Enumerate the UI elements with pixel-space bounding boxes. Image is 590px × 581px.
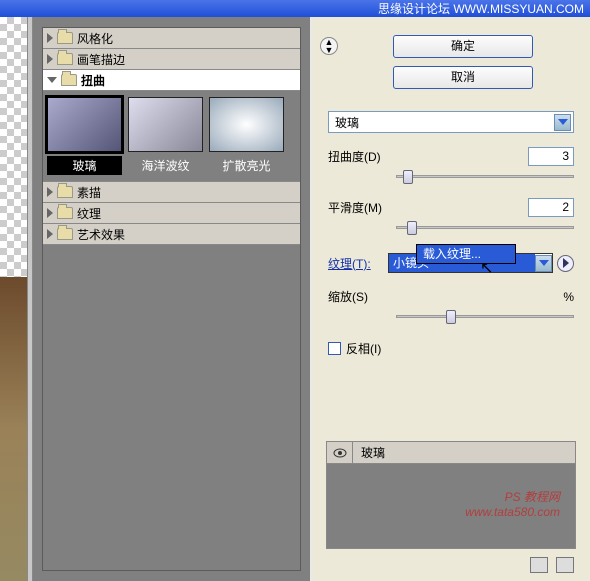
folder-icon <box>57 228 73 240</box>
visibility-toggle[interactable] <box>327 442 353 463</box>
slider-handle[interactable] <box>446 310 456 324</box>
slider-handle[interactable] <box>403 170 413 184</box>
collapse-icon <box>47 77 57 83</box>
dropdown-icon <box>554 114 571 131</box>
expand-icon <box>47 33 53 43</box>
category-item-brushstrokes[interactable]: 画笔描边 <box>43 49 300 70</box>
category-item-texture[interactable]: 纹理 <box>43 203 300 224</box>
slider-track <box>396 226 574 229</box>
filter-name-select[interactable]: 玻璃 <box>328 111 574 133</box>
scale-label: 缩放(S) <box>328 288 396 305</box>
layer-row[interactable]: 玻璃 <box>327 442 575 464</box>
category-item-distort[interactable]: 扭曲 <box>43 70 300 91</box>
smoothness-label: 平滑度(M) <box>328 199 396 216</box>
canvas-photo-preview <box>0 277 27 581</box>
title-text: 思缘设计论坛 WWW.MISSYUAN.COM <box>378 0 584 17</box>
category-label: 画笔描边 <box>77 51 125 68</box>
texture-label: 纹理(T): <box>328 255 384 272</box>
thumb-diffuse-glow[interactable]: 扩散亮光 <box>209 97 284 175</box>
folder-icon <box>57 207 73 219</box>
scale-slider[interactable] <box>396 310 574 324</box>
distortion-slider[interactable] <box>396 170 574 184</box>
dropdown-icon <box>535 255 552 272</box>
filter-thumbs-row: 玻璃 海洋波纹 扩散亮光 <box>43 91 300 182</box>
thumb-image <box>209 97 284 152</box>
slider-track <box>396 315 574 318</box>
scale-suffix: % <box>563 290 574 304</box>
effect-layers-panel: 玻璃 <box>326 441 576 549</box>
slider-handle[interactable] <box>407 221 417 235</box>
invert-label: 反相(I) <box>346 340 381 357</box>
texture-flyout-button[interactable] <box>557 255 574 272</box>
thumb-image <box>47 97 122 152</box>
filter-name-value: 玻璃 <box>335 114 359 131</box>
expand-icon <box>47 208 53 218</box>
folder-icon <box>57 32 73 44</box>
smoothness-slider[interactable] <box>396 221 574 235</box>
param-scale: 缩放(S) % <box>328 287 574 306</box>
distortion-label: 扭曲度(D) <box>328 148 396 165</box>
category-item-artistic[interactable]: 艺术效果 <box>43 224 300 245</box>
ok-button[interactable]: 确定 <box>393 35 533 58</box>
param-distortion: 扭曲度(D) 3 <box>328 147 574 166</box>
param-invert[interactable]: 反相(I) <box>328 340 574 357</box>
slider-track <box>396 175 574 178</box>
expand-icon <box>47 54 53 64</box>
category-label: 扭曲 <box>81 72 105 89</box>
folder-icon <box>61 74 77 86</box>
delete-effect-layer-button[interactable] <box>556 557 574 573</box>
canvas-transparency-preview <box>0 17 27 277</box>
cancel-label: 取消 <box>451 70 475 84</box>
title-bar: 思缘设计论坛 WWW.MISSYUAN.COM <box>0 0 590 17</box>
category-label: 素描 <box>77 184 101 201</box>
folder-icon <box>57 186 73 198</box>
category-list: 风格化 画笔描边 扭曲 玻璃 海洋波纹 扩散亮光 <box>42 27 301 571</box>
category-label: 纹理 <box>77 205 101 222</box>
flyout-label: 载入纹理... <box>423 247 481 261</box>
expand-icon <box>47 229 53 239</box>
thumb-label: 海洋波纹 <box>128 156 203 175</box>
category-label: 风格化 <box>77 30 113 47</box>
invert-checkbox[interactable] <box>328 342 341 355</box>
eye-icon <box>333 448 347 458</box>
category-label: 艺术效果 <box>77 226 125 243</box>
thumb-label: 玻璃 <box>47 156 122 175</box>
thumb-label: 扩散亮光 <box>209 156 284 175</box>
smoothness-input[interactable]: 2 <box>528 198 574 217</box>
thumb-image <box>128 97 203 152</box>
layer-label: 玻璃 <box>353 444 385 461</box>
load-texture-menu-item[interactable]: 载入纹理... <box>416 244 516 264</box>
triangle-right-icon <box>563 258 569 268</box>
category-item-stylize[interactable]: 风格化 <box>43 28 300 49</box>
cancel-button[interactable]: 取消 <box>393 66 533 89</box>
param-smoothness: 平滑度(M) 2 <box>328 198 574 217</box>
layer-footer-icons <box>530 557 574 573</box>
new-effect-layer-button[interactable] <box>530 557 548 573</box>
thumb-ocean-ripple[interactable]: 海洋波纹 <box>128 97 203 175</box>
thumb-glass[interactable]: 玻璃 <box>47 97 122 175</box>
folder-icon <box>57 53 73 65</box>
chevron-up-down-icon: ▲▼ <box>325 38 334 54</box>
ok-label: 确定 <box>451 39 475 53</box>
collapse-button[interactable]: ▲▼ <box>320 37 338 55</box>
filter-category-panel: 风格化 画笔描边 扭曲 玻璃 海洋波纹 扩散亮光 <box>33 17 310 581</box>
expand-icon <box>47 187 53 197</box>
settings-panel: ▲▼ 确定 取消 玻璃 扭曲度(D) 3 平滑度(M) 2 纹理(T): 小镜头 <box>312 17 590 581</box>
mouse-cursor-icon: ↖ <box>480 258 493 278</box>
category-item-sketch[interactable]: 素描 <box>43 182 300 203</box>
distortion-input[interactable]: 3 <box>528 147 574 166</box>
